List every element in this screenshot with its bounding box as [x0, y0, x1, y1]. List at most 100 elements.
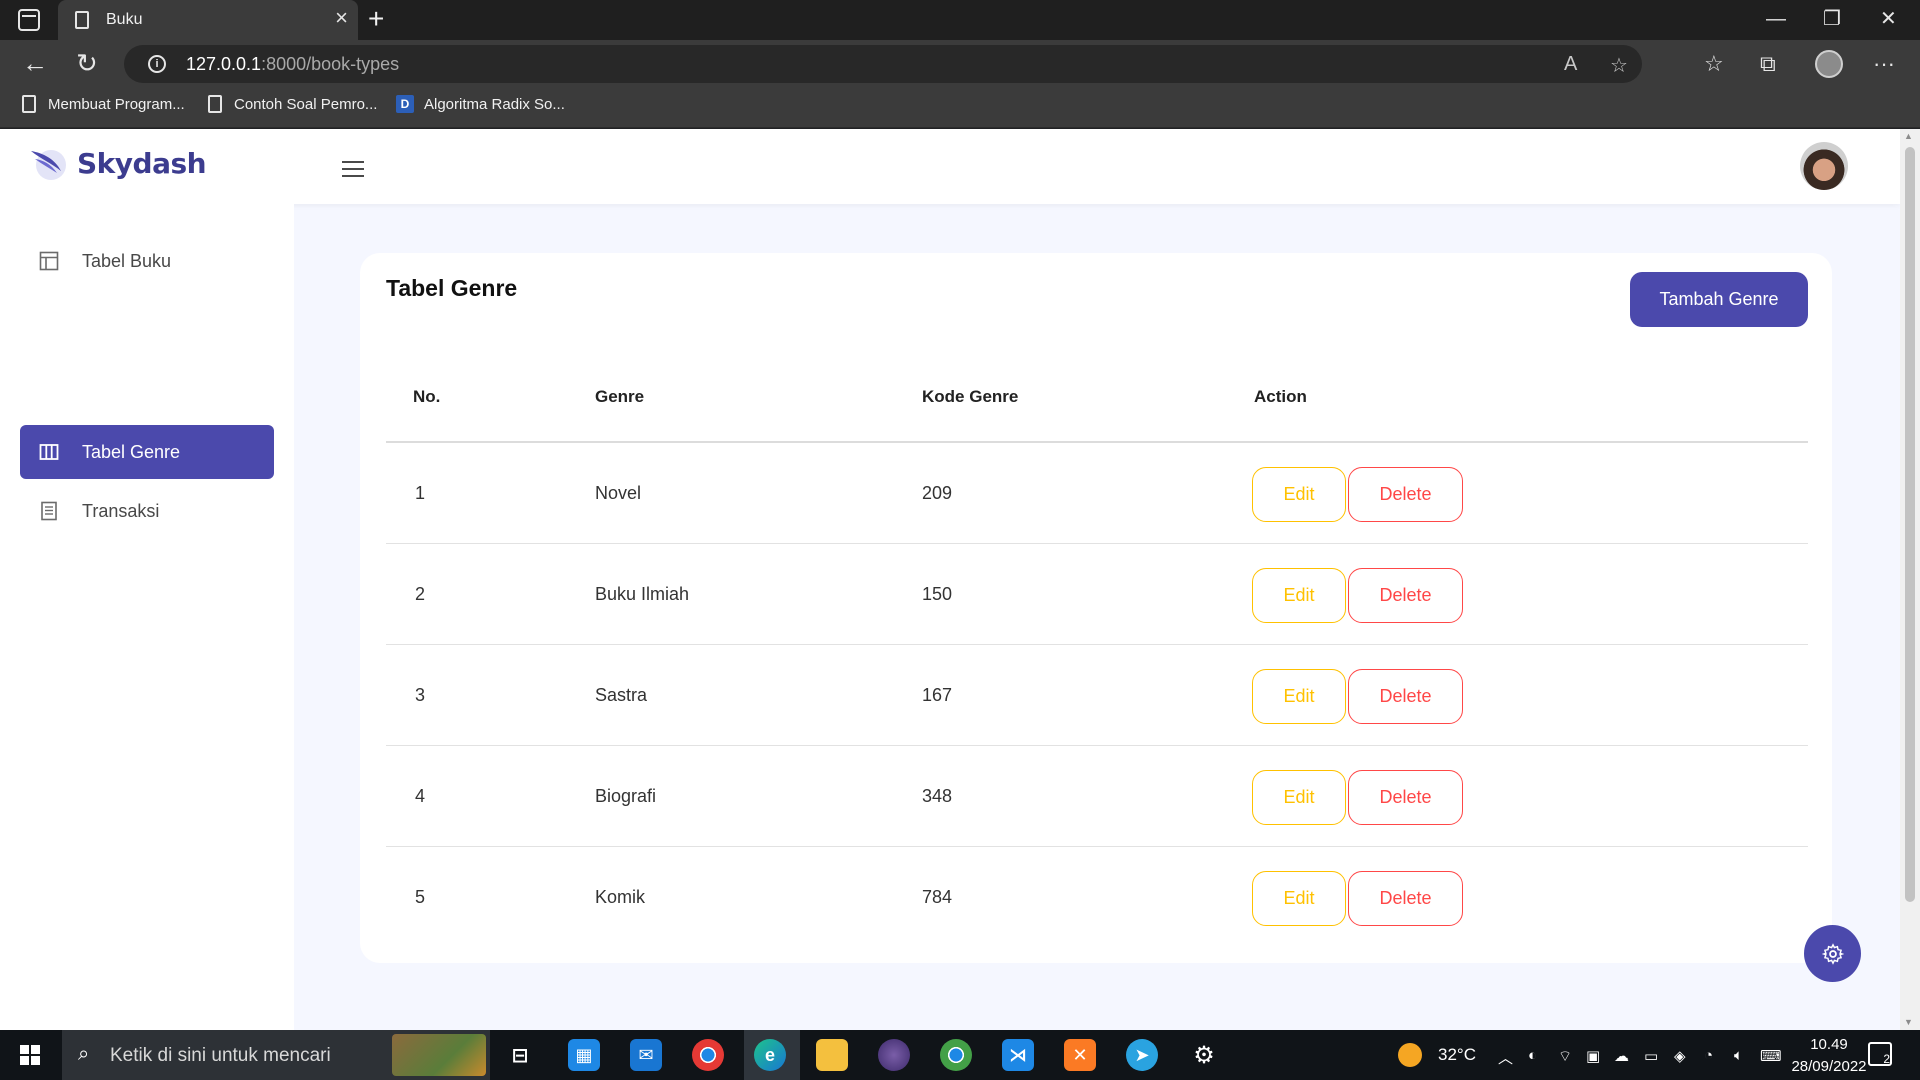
sidebar-item-transaksi[interactable]: Transaksi: [20, 484, 274, 538]
sidebar-item-tabel-buku[interactable]: Tabel Buku: [20, 234, 274, 288]
delete-button[interactable]: Delete: [1348, 568, 1463, 623]
edit-button[interactable]: Edit: [1252, 669, 1346, 724]
wifi-icon[interactable]: ⌔: [1558, 1047, 1572, 1066]
settings-gear-icon[interactable]: ⚙: [1188, 1039, 1220, 1071]
cell-kode-genre: 209: [922, 483, 953, 503]
edit-button[interactable]: Edit: [1252, 568, 1346, 623]
chevron-up-icon[interactable]: ︿: [1498, 1047, 1513, 1068]
table-row: 1 Novel 209 Edit Delete: [386, 443, 1808, 544]
more-icon[interactable]: ···: [1873, 52, 1895, 76]
collections-icon[interactable]: ⧉: [1760, 52, 1776, 76]
user-avatar[interactable]: [1800, 142, 1848, 190]
cell-genre: Komik: [595, 887, 646, 907]
cell-genre: Sastra: [595, 685, 648, 705]
theme-settings-button[interactable]: [1804, 925, 1861, 982]
eclipse-icon[interactable]: [878, 1039, 910, 1071]
table-row: 5 Komik 784 Edit Delete: [386, 847, 1808, 948]
skydash-logo-icon: [31, 150, 66, 180]
table-icon: [38, 250, 60, 272]
browser-tab-bar: Buku × + — ❐ ✕: [0, 0, 1920, 40]
cell-kode-genre: 167: [922, 685, 953, 705]
genre-table-card: Tabel Genre Tambah Genre No. Genre Kode …: [360, 253, 1832, 963]
volume-icon[interactable]: 🔈︎: [1734, 1047, 1743, 1064]
search-icon: ⌕: [78, 1043, 90, 1065]
delete-button[interactable]: Delete: [1348, 770, 1463, 825]
security-shield-icon[interactable]: ◈: [1674, 1047, 1686, 1065]
genre-table: No. Genre Kode Genre Action 1 Novel 209 …: [386, 353, 1808, 948]
tray-app-icon[interactable]: ◐: [1528, 1047, 1537, 1064]
edit-button[interactable]: Edit: [1252, 871, 1346, 926]
xampp-icon[interactable]: ✕: [1064, 1039, 1096, 1071]
back-icon[interactable]: ←: [22, 48, 48, 78]
gear-icon: [1821, 942, 1844, 965]
chrome-icon[interactable]: [692, 1039, 724, 1071]
file-explorer-icon[interactable]: [816, 1039, 848, 1071]
delete-button[interactable]: Delete: [1348, 871, 1463, 926]
edge-icon[interactable]: e: [754, 1039, 786, 1071]
cell-no: 1: [415, 483, 426, 503]
close-tab-icon[interactable]: ×: [335, 7, 348, 29]
scrollbar-thumb[interactable]: [1905, 147, 1915, 902]
column-header-action: Action: [1254, 387, 1307, 406]
brand-logo[interactable]: Skydash: [27, 143, 207, 183]
windows-taskbar: ⌕ Ketik di sini untuk mencari ⊟ ▦ ✉ e ⋊ …: [0, 1030, 1920, 1080]
tray-device-icon[interactable]: ▣: [1586, 1047, 1600, 1065]
mail-icon[interactable]: ✉: [630, 1039, 662, 1071]
page-title: Tabel Genre: [386, 275, 518, 301]
address-bar[interactable]: i 127.0.0.1:8000/book-types A ☆: [124, 45, 1642, 83]
edit-button[interactable]: Edit: [1252, 467, 1346, 522]
store-icon[interactable]: ▦: [568, 1039, 600, 1071]
cell-kode-genre: 784: [922, 887, 953, 907]
bookmark-item[interactable]: D Algoritma Radix So...: [396, 95, 565, 113]
telegram-icon[interactable]: ➤: [1126, 1039, 1158, 1071]
language-icon[interactable]: ⌨: [1760, 1047, 1782, 1065]
page-icon: [208, 95, 222, 113]
sidebar-item-tabel-genre[interactable]: Tabel Genre: [20, 425, 274, 479]
menu-toggle-icon[interactable]: [342, 161, 364, 177]
new-tab-icon[interactable]: +: [368, 4, 384, 34]
onedrive-icon[interactable]: ☁: [1614, 1047, 1629, 1065]
close-window-icon[interactable]: ✕: [1880, 4, 1897, 34]
column-header-no: No.: [413, 387, 441, 406]
cell-no: 5: [415, 887, 426, 907]
site-info-icon[interactable]: i: [148, 55, 166, 73]
battery-icon[interactable]: ▭: [1644, 1047, 1658, 1065]
table-row: 4 Biografi 348 Edit Delete: [386, 746, 1808, 847]
page-viewport: Skydash Tabel Buku Tabel Genre Transaksi…: [0, 129, 1920, 1030]
sidebar-item-label: Tabel Buku: [82, 250, 172, 271]
refresh-icon[interactable]: ↻: [76, 48, 98, 78]
weather-temp[interactable]: 32°C: [1438, 1045, 1476, 1065]
sidebar-item-label: Transaksi: [82, 500, 160, 521]
delete-button[interactable]: Delete: [1348, 669, 1463, 724]
chrome-profile-icon[interactable]: [940, 1039, 972, 1071]
delete-button[interactable]: Delete: [1348, 467, 1463, 522]
clock-time[interactable]: 10.49: [1788, 1036, 1870, 1053]
page-scrollbar[interactable]: ▲ ▼: [1900, 129, 1920, 1030]
profile-icon[interactable]: [1815, 50, 1843, 78]
restore-icon[interactable]: ❐: [1823, 4, 1841, 34]
windows-start-icon[interactable]: [20, 1045, 40, 1065]
vscode-icon[interactable]: ⋊: [1002, 1039, 1034, 1071]
edit-button[interactable]: Edit: [1252, 770, 1346, 825]
bookmark-item[interactable]: Membuat Program...: [22, 95, 185, 113]
url-text[interactable]: 127.0.0.1:8000/book-types: [186, 54, 399, 75]
top-navbar: Skydash: [0, 129, 1900, 204]
browser-tab[interactable]: Buku ×: [58, 0, 358, 40]
task-view-icon[interactable]: ⊟: [504, 1039, 536, 1071]
favorites-icon[interactable]: ☆: [1704, 52, 1724, 76]
add-favorite-icon[interactable]: ☆: [1610, 53, 1628, 78]
minimize-icon[interactable]: —: [1766, 4, 1786, 34]
read-aloud-icon[interactable]: A: [1564, 53, 1577, 76]
clock-date[interactable]: 28/09/2022: [1788, 1058, 1870, 1075]
bookmark-item[interactable]: Contoh Soal Pemro...: [208, 95, 377, 113]
tab-title: Buku: [106, 11, 143, 28]
add-genre-button[interactable]: Tambah Genre: [1630, 272, 1808, 327]
table-row: 3 Sastra 167 Edit Delete: [386, 645, 1808, 746]
columns-icon: [38, 441, 60, 463]
taskbar-search[interactable]: ⌕ Ketik di sini untuk mencari: [62, 1030, 490, 1080]
weather-icon[interactable]: [1398, 1043, 1422, 1067]
network-icon[interactable]: ◔: [1704, 1047, 1713, 1064]
notification-center-icon[interactable]: 2: [1868, 1042, 1892, 1066]
cell-no: 4: [415, 786, 426, 806]
tab-actions-icon[interactable]: [18, 9, 40, 31]
